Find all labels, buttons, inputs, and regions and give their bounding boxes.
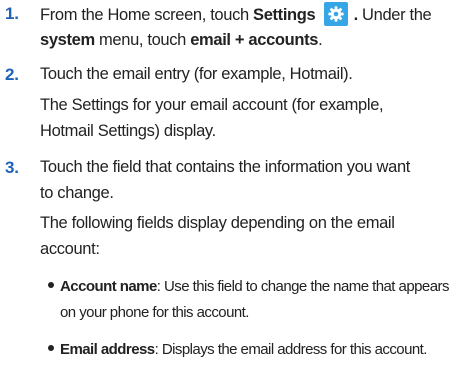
- period: .: [349, 6, 359, 24]
- step-text: From the Home screen, touch: [40, 6, 254, 24]
- step-text: menu, touch: [94, 31, 191, 49]
- step-3-line-3: The following fields display depending o…: [40, 214, 395, 232]
- bullet-account-name-cont: on your phone for this account.: [60, 304, 249, 321]
- step-3-line-4: account:: [40, 240, 100, 258]
- email-accounts-label: email + accounts: [190, 31, 319, 49]
- bullet-icon: [48, 282, 54, 288]
- system-menu-label: system: [40, 31, 95, 49]
- field-name: Account name: [60, 278, 157, 295]
- settings-label: Settings: [253, 6, 316, 24]
- instruction-document: 1. From the Home screen, touch Settings …: [0, 0, 472, 375]
- bullet-email-address: Email address: Displays the email addres…: [48, 339, 472, 361]
- bullet-icon: [48, 345, 54, 351]
- field-name: Email address: [60, 341, 155, 358]
- gear-icon: [324, 2, 349, 26]
- step-number: 2.: [5, 65, 19, 84]
- step-number: 1.: [5, 4, 19, 23]
- field-description: : Displays the email address for this ac…: [154, 341, 428, 358]
- step-text: .: [318, 31, 323, 49]
- field-description: : Use this field to change the name that…: [156, 278, 450, 295]
- step-3-line-1: Touch the field that contains the inform…: [40, 158, 411, 176]
- step-2-line-3: Hotmail Settings) display.: [40, 122, 216, 140]
- step-3-line-2: to change.: [40, 184, 114, 202]
- step-1-line-2: system menu, touch email + accounts.: [40, 29, 470, 53]
- step-number: 3.: [5, 158, 19, 177]
- step-2-line-1: Touch the email entry (for example, Hotm…: [40, 65, 353, 83]
- step-1-line-1: From the Home screen, touch Settings . U…: [40, 2, 470, 28]
- bullet-account-name: Account name: Use this field to change t…: [48, 276, 472, 298]
- step-2-line-2: The Settings for your email account (for…: [40, 96, 384, 114]
- step-text: Under the: [357, 6, 432, 24]
